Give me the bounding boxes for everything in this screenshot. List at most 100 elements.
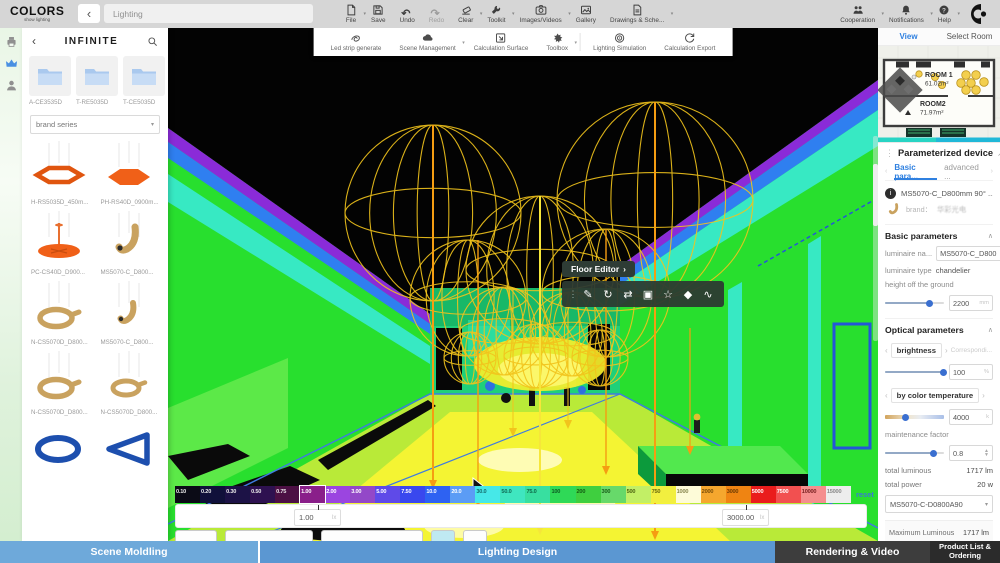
tab-advanced-parameters[interactable]: advanced ... [944, 163, 984, 181]
toolbar-toolkit-button[interactable]: Toolkit ▾ [480, 0, 515, 28]
viewport-tool-button[interactable] [321, 530, 423, 541]
printer-icon[interactable] [5, 35, 18, 48]
scale-cell-0.20[interactable]: 0.20 [200, 486, 226, 503]
scale-cell-5.00[interactable]: 5.00 [375, 486, 401, 503]
scale-cell-3000[interactable]: 3000 [725, 486, 751, 503]
star-icon[interactable]: ☆ [659, 285, 677, 303]
brightness-mode-button[interactable]: brightness [890, 343, 942, 358]
eraser-icon[interactable]: ◆ [679, 285, 697, 303]
toolbar-clear-button[interactable]: Clear ▾ [451, 0, 482, 28]
scale-cell-100[interactable]: 100 [550, 486, 576, 503]
product-item[interactable] [27, 416, 94, 477]
selected-device-row[interactable]: i MS5070-C_D800mm 90° ... [885, 188, 993, 199]
toolbar-drawings-button[interactable]: Drawings & Sche... ▾ [603, 0, 673, 28]
viewport-lighting-sim-button[interactable]: Lighting Simulation [584, 28, 655, 56]
scale-cell-750[interactable]: 750 [650, 486, 676, 503]
stage-tab-product-list-ordering[interactable]: Product List & Ordering [930, 541, 1000, 563]
scale-min-input[interactable] [299, 513, 329, 522]
stage-tab-rendering-video[interactable]: Rendering & Video [775, 541, 930, 563]
swap-icon[interactable]: ⇄ [619, 285, 637, 303]
scale-max-marker[interactable] [745, 505, 748, 510]
scale-cell-0.30[interactable]: 0.30 [225, 486, 251, 503]
product-item[interactable]: PC-CS40D_D900... [27, 206, 94, 276]
stepper-icon[interactable]: ▲ ▼ [984, 449, 989, 458]
mode-next-icon[interactable]: › [945, 346, 948, 355]
product-item[interactable] [97, 416, 164, 477]
maintenance-input[interactable] [953, 448, 975, 458]
tab-select-room[interactable]: Select Room [939, 28, 1000, 45]
viewport-calc-export-button[interactable]: Calculation Export [655, 28, 724, 56]
maintenance-slider[interactable] [885, 449, 944, 457]
mode-prev-icon[interactable]: ‹ [885, 346, 888, 355]
scale-cell-2000[interactable]: 2000 [700, 486, 726, 503]
mode-prev-icon[interactable]: ‹ [885, 391, 888, 400]
basic-parameters-section-header[interactable]: Basic parameters ∧ [885, 224, 993, 241]
drag-handle-icon[interactable]: ⋮ [569, 285, 578, 303]
scale-cell-200[interactable]: 200 [575, 486, 601, 503]
color-temp-slider[interactable] [885, 413, 944, 421]
viewport-scene-mgmt-button[interactable]: Scene Management ▾ [390, 28, 465, 56]
scale-cell-50.0[interactable]: 50.0 [500, 486, 526, 503]
optical-parameters-section-header[interactable]: Optical parameters ∧ [885, 318, 993, 335]
crown-icon[interactable] [5, 57, 18, 70]
minimap[interactable]: ROOM 1 61.02m² ROOM2 71.97m² [877, 46, 1000, 142]
scale-cell-0.75[interactable]: 0.75 [275, 486, 301, 503]
toolbar-bell-button[interactable]: Notifications ▾ [882, 0, 933, 28]
scale-cell-30.0[interactable]: 30.0 [475, 486, 501, 503]
product-item[interactable]: H-RS5035D_450m... [27, 136, 94, 206]
toolbar-help-button[interactable]: ? Help ▾ [931, 0, 960, 28]
scale-cell-10000[interactable]: 10000 [800, 486, 826, 503]
duplicate-icon[interactable]: ▣ [639, 285, 657, 303]
scale-cell-75.0[interactable]: 75.0 [525, 486, 551, 503]
scale-cell-0.50[interactable]: 0.50 [250, 486, 276, 503]
product-item[interactable]: MS5070-C_D800... [97, 276, 164, 346]
project-name-field[interactable]: Lighting [104, 4, 313, 23]
tabs-scroll-left-icon[interactable]: ‹ [885, 168, 887, 175]
scale-cell-20.0[interactable]: 20.0 [450, 486, 476, 503]
luminaire-name-input[interactable] [940, 249, 999, 258]
scale-cell-0.10[interactable]: 0.10 [175, 486, 201, 503]
search-icon[interactable] [147, 36, 158, 47]
toolbar-images-button[interactable]: Images/Videos ▾ [513, 0, 571, 28]
model-select[interactable]: MS5070-C-D0800A90 ▾ [885, 495, 993, 513]
product-item[interactable]: N-CS5070D_D800... [97, 346, 164, 416]
tab-basic-parameters[interactable]: Basic para... [894, 163, 937, 181]
scale-min-marker[interactable] [317, 505, 320, 510]
back-button[interactable]: ‹ [78, 4, 100, 23]
scale-cell-10.0[interactable]: 10.0 [425, 486, 451, 503]
stage-tab-lighting-design[interactable]: Lighting Design [260, 541, 775, 563]
tabs-scroll-right-icon[interactable]: › [991, 168, 993, 175]
user-icon[interactable] [5, 79, 18, 92]
curve-icon[interactable]: ∿ [699, 285, 717, 303]
viewport-calc-surface-button[interactable]: Calculation Surface [465, 28, 538, 56]
color-temp-input[interactable] [953, 412, 975, 422]
scale-cell-5000[interactable]: 5000 [750, 486, 776, 503]
stage-tab-scene-moldling[interactable]: Scene Moldling [0, 541, 260, 563]
mode-next-icon[interactable]: › [982, 391, 985, 400]
scale-cell-1000[interactable]: 1000 [675, 486, 701, 503]
viewport-tool-button[interactable] [225, 530, 313, 541]
toolbar-redo-button[interactable]: ↷ Redo [422, 0, 451, 28]
brightness-slider[interactable] [885, 368, 947, 376]
library-back-button[interactable]: ‹ [32, 34, 36, 48]
tab-view[interactable]: View [878, 28, 939, 45]
product-item[interactable]: PH-RS40D_0900m... [97, 136, 164, 206]
height-slider[interactable] [885, 299, 944, 307]
library-folder[interactable]: A-CE3535D [29, 56, 71, 106]
toolbar-save-button[interactable]: Save [364, 0, 393, 28]
toolbar-gallery-button[interactable]: Gallery [569, 0, 603, 28]
toolbar-file-button[interactable]: File ▾ [338, 0, 366, 28]
height-input[interactable] [953, 298, 975, 308]
viewport-led-strip-button[interactable]: Led strip generate [322, 28, 391, 56]
brand-series-select[interactable]: brand series ▾ [30, 115, 160, 134]
3d-scene-render[interactable] [168, 28, 878, 541]
library-folder[interactable]: T-CE5035D [123, 56, 165, 106]
floor-editor-button[interactable]: Floor Editor › [562, 261, 636, 277]
scale-max-input[interactable] [727, 513, 757, 522]
viewport-tool-button[interactable] [431, 530, 455, 541]
scale-cell-300[interactable]: 300 [600, 486, 626, 503]
viewport-tool-button[interactable] [463, 530, 487, 541]
rotate-icon[interactable]: ↻ [599, 285, 617, 303]
library-folder[interactable]: T-RE5035D [76, 56, 118, 106]
scale-cell-1.00[interactable]: 1.00 [299, 485, 327, 504]
